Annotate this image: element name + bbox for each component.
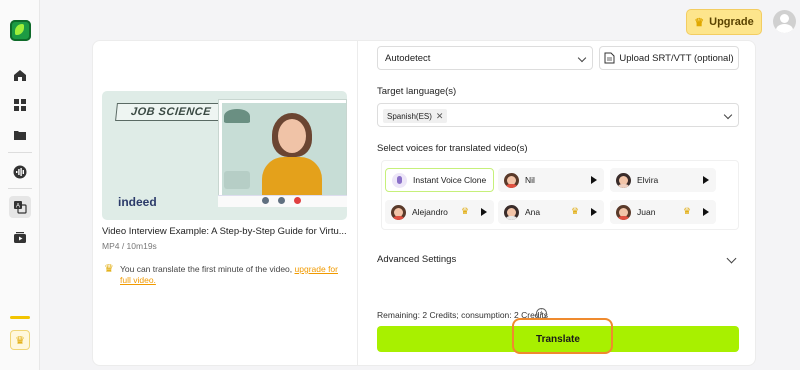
thumbnail-plant [224, 109, 250, 123]
voice-option-instant-clone[interactable]: Instant Voice Clone [385, 168, 494, 192]
language-chip-label: Spanish(ES) [387, 111, 432, 121]
play-icon[interactable] [703, 208, 709, 216]
svg-text:A: A [16, 204, 20, 210]
folder-icon[interactable] [9, 124, 31, 146]
thumbnail-person [262, 113, 322, 197]
voice-label: Elvira [637, 175, 659, 185]
voice-grid: Instant Voice Clone Nil Elvira Alejandro… [381, 160, 739, 230]
crown-icon: ♛ [683, 206, 692, 216]
call-control-icon [262, 197, 269, 204]
upgrade-button[interactable]: ♛ Upgrade [686, 9, 762, 35]
upload-label: Upload SRT/VTT (optional) [619, 52, 734, 64]
user-avatar[interactable] [773, 10, 796, 33]
play-icon[interactable] [591, 176, 597, 184]
thumbnail-brand: indeed [118, 195, 157, 209]
target-language-label: Target language(s) [377, 86, 457, 97]
voice-option-alejandro[interactable]: Alejandro ♛ [385, 200, 494, 224]
thumbnail-banner: JOB SCIENCE [115, 103, 227, 121]
dashboard-icon[interactable] [9, 94, 31, 116]
close-icon[interactable]: ✕ [436, 111, 444, 122]
note-text: You can translate the first minute of th… [120, 264, 295, 274]
voice-avatar [616, 204, 631, 220]
sidebar-divider [8, 152, 32, 153]
panel-divider [357, 40, 358, 366]
chevron-down-icon [577, 53, 587, 63]
voice-label: Alejandro [412, 207, 448, 217]
voice-avatar [391, 204, 406, 220]
voice-option-juan[interactable]: Juan ♛ [610, 200, 716, 224]
voice-avatar [616, 172, 631, 188]
sidebar-divider [8, 188, 32, 189]
app-logo[interactable] [10, 20, 31, 41]
video-add-icon[interactable] [9, 227, 31, 249]
upload-subtitle-button[interactable]: Upload SRT/VTT (optional) [599, 46, 739, 70]
crown-icon: ♛ [104, 263, 114, 275]
translate-icon[interactable]: A [9, 196, 31, 218]
video-thumbnail[interactable]: JOB SCIENCE indeed [102, 91, 347, 220]
trial-note: ♛ You can translate the first minute of … [104, 264, 349, 286]
voices-label: Select voices for translated video(s) [377, 143, 528, 154]
voice-avatar [504, 204, 519, 220]
sidebar: A ♛ [0, 0, 40, 370]
voice-label: Nil [525, 175, 535, 185]
voice-avatar [504, 172, 519, 188]
voice-option-nil[interactable]: Nil [498, 168, 604, 192]
credits-progress-bar [10, 316, 30, 319]
home-icon[interactable] [9, 64, 31, 86]
play-icon[interactable] [481, 208, 487, 216]
voice-label: Ana [525, 207, 541, 217]
thumbnail-lamp [224, 171, 250, 189]
voice-option-ana[interactable]: Ana ♛ [498, 200, 604, 224]
voice-label: Juan [637, 207, 656, 217]
audio-wave-icon[interactable] [9, 161, 31, 183]
call-end-icon [294, 197, 301, 204]
play-icon[interactable] [703, 176, 709, 184]
video-meta: MP4 / 10m19s [102, 241, 157, 251]
target-language-select[interactable]: Spanish(ES) ✕ [377, 103, 739, 127]
advanced-settings-toggle[interactable]: Advanced Settings [377, 254, 456, 265]
play-icon[interactable] [591, 208, 597, 216]
document-icon [604, 52, 615, 64]
chevron-down-icon [723, 110, 733, 120]
voice-label: Instant Voice Clone [413, 175, 487, 185]
voice-option-elvira[interactable]: Elvira [610, 168, 716, 192]
video-title: Video Interview Example: A Step-by-Step … [102, 226, 347, 237]
crown-icon: ♛ [571, 206, 580, 216]
upgrade-label: Upgrade [709, 16, 754, 28]
premium-crown-icon[interactable]: ♛ [10, 330, 30, 350]
source-language-select[interactable]: Autodetect [377, 46, 593, 70]
crown-icon: ♛ [461, 206, 470, 216]
highlight-ring [512, 318, 613, 354]
crown-icon: ♛ [694, 16, 705, 29]
source-language-value: Autodetect [385, 52, 431, 64]
voice-clone-icon [392, 172, 407, 188]
call-control-icon [278, 197, 285, 204]
language-chip: Spanish(ES) ✕ [383, 109, 448, 123]
